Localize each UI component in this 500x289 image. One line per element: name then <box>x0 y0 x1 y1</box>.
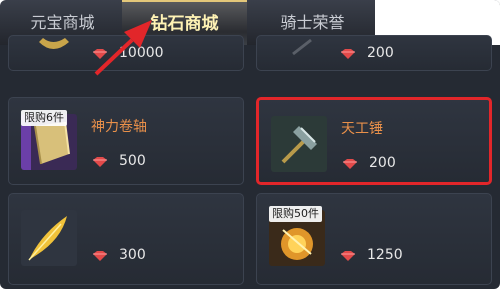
item-price: 200 <box>339 44 394 62</box>
hammer-icon <box>271 116 327 172</box>
purchase-limit-badge: 限购6件 <box>21 110 67 126</box>
item-name: 天工锤 <box>341 121 383 137</box>
shop-item-card[interactable]: 限购50件 1250 <box>256 193 492 285</box>
item-grid: 10000 200 限购6件 神力卷轴 500 天工锤 200 300 限购50… <box>0 35 500 289</box>
price-value: 10000 <box>119 45 164 61</box>
shop-item-card[interactable]: 限购6件 神力卷轴 500 <box>8 97 244 185</box>
shop-item-card[interactable]: 300 <box>8 193 244 285</box>
diamond-icon <box>91 155 109 167</box>
shop-window: 元宝商城 钻石商城 骑士荣誉 10000 200 限购6件 神力卷轴 500 天… <box>0 0 500 289</box>
shop-item-card[interactable]: 10000 <box>8 35 244 71</box>
item-price: 1250 <box>339 246 403 264</box>
gold-item-icon <box>39 38 69 49</box>
purchase-limit-badge: 限购50件 <box>269 206 322 222</box>
price-value: 300 <box>119 247 146 263</box>
blade-item-icon <box>292 38 312 56</box>
price-value: 1250 <box>367 247 403 263</box>
shop-item-card-selected[interactable]: 天工锤 200 <box>256 97 492 185</box>
price-value: 200 <box>367 45 394 61</box>
diamond-icon <box>91 249 109 261</box>
diamond-icon <box>339 249 357 261</box>
item-price: 300 <box>91 246 146 264</box>
price-value: 500 <box>119 153 146 169</box>
item-name: 神力卷轴 <box>91 119 147 135</box>
diamond-icon <box>341 157 359 169</box>
diamond-icon <box>91 47 109 59</box>
item-price: 500 <box>91 152 146 170</box>
diamond-icon <box>339 47 357 59</box>
price-value: 200 <box>369 155 396 171</box>
item-price: 200 <box>341 154 396 172</box>
feather-icon <box>21 210 77 266</box>
shop-item-card[interactable]: 200 <box>256 35 492 71</box>
item-price: 10000 <box>91 44 164 62</box>
